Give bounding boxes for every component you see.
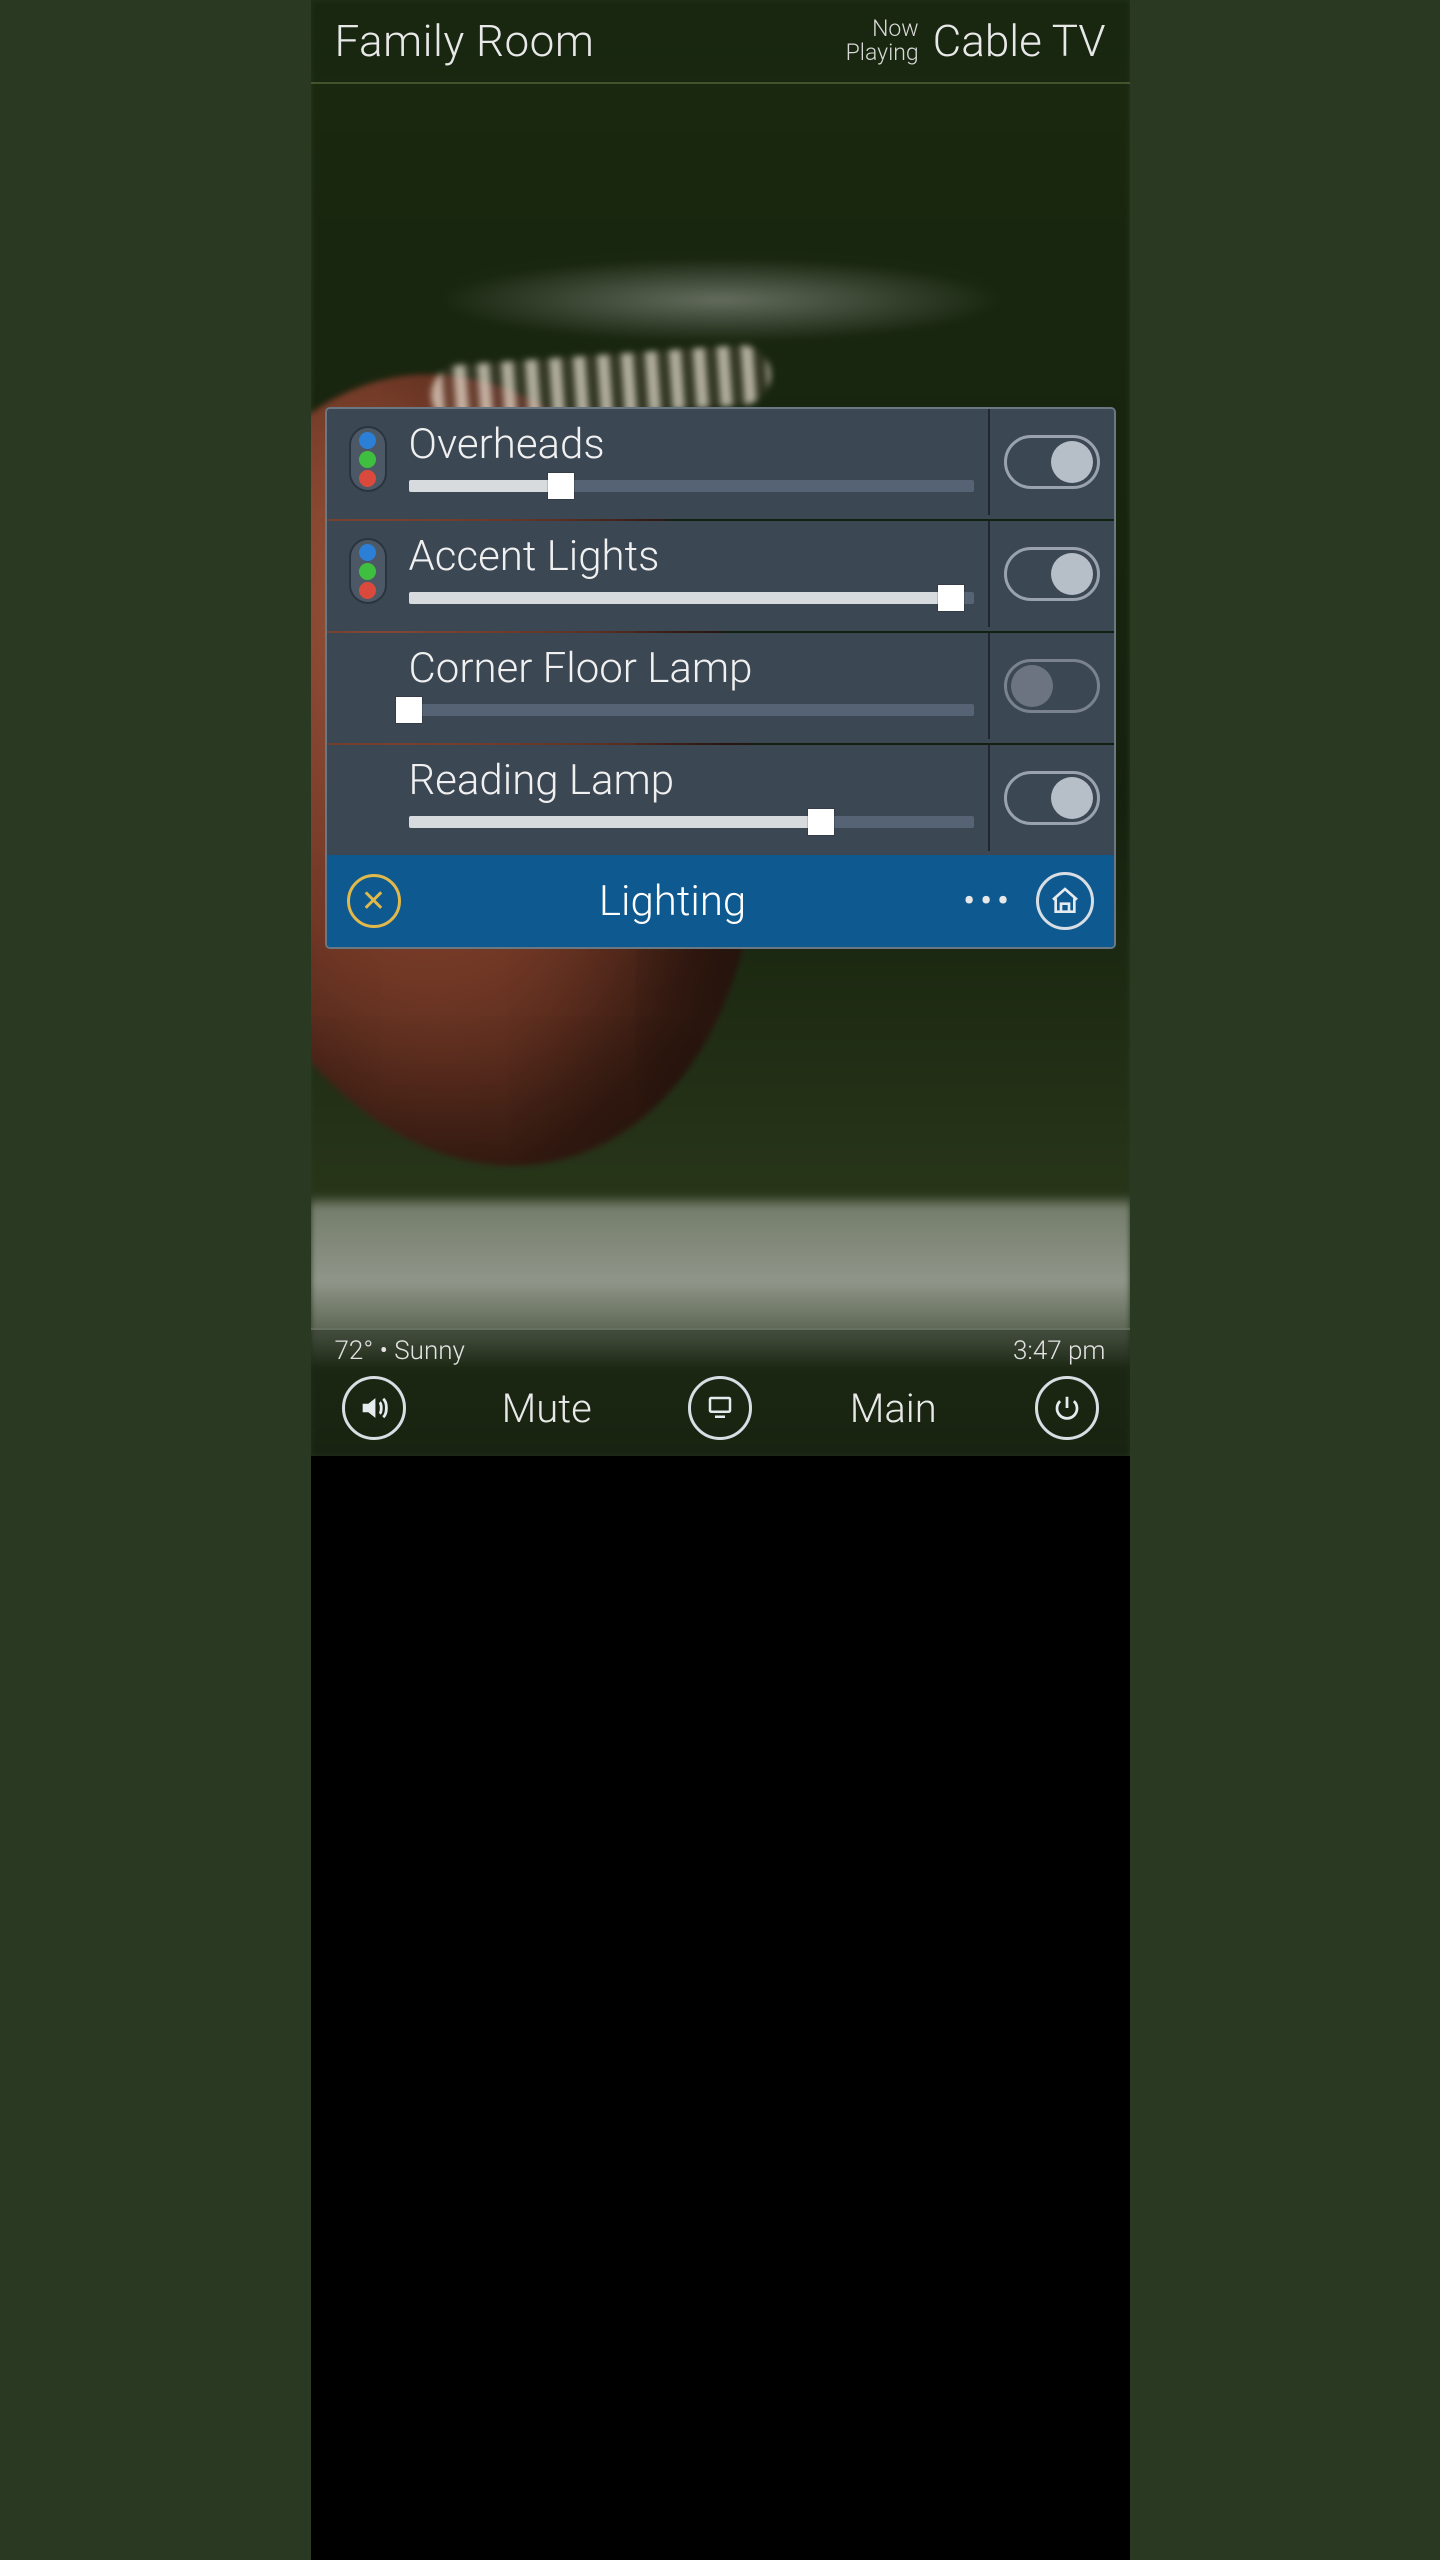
weather-status[interactable]: 72° • Sunny [335, 1336, 465, 1366]
panel-footer: ✕ Lighting ••• [327, 855, 1114, 947]
footer-bar: 72° • Sunny 3:47 pm Mute [311, 1328, 1130, 1456]
power-icon [1052, 1393, 1082, 1423]
light-row: Overheads [327, 409, 1114, 519]
rgb-color-icon[interactable] [349, 538, 387, 604]
main-button[interactable]: Main [775, 1385, 1012, 1432]
close-icon: ✕ [361, 884, 386, 919]
light-name: Accent Lights [409, 535, 974, 579]
now-playing-button[interactable]: Now Playing Cable TV [846, 15, 1106, 67]
power-button[interactable] [1012, 1376, 1122, 1440]
brightness-slider[interactable] [409, 589, 974, 607]
light-name: Overheads [409, 423, 974, 467]
light-row-main: Corner Floor Lamp [327, 633, 990, 739]
light-switch-cell [990, 633, 1114, 739]
offscreen-filler [311, 1456, 1130, 2560]
light-row-main: Accent Lights [327, 521, 990, 627]
rgb-color-icon[interactable] [349, 426, 387, 492]
light-toggle[interactable] [1004, 547, 1100, 601]
light-switch-cell [990, 521, 1114, 627]
home-icon [1049, 885, 1081, 917]
light-row: Reading Lamp [327, 745, 1114, 855]
light-name: Corner Floor Lamp [409, 647, 974, 691]
now-playing-source: Cable TV [933, 15, 1106, 67]
clock: 3:47 pm [1013, 1336, 1106, 1366]
brightness-slider[interactable] [409, 477, 974, 495]
close-button[interactable]: ✕ [347, 874, 401, 928]
speaker-icon [357, 1391, 391, 1425]
light-row-main: Overheads [327, 409, 990, 515]
lighting-panel: Overheads Accent Lights Corner Floor Lamp R… [325, 407, 1116, 949]
light-toggle[interactable] [1004, 659, 1100, 713]
media-menu-button[interactable] [665, 1376, 775, 1440]
light-toggle[interactable] [1004, 435, 1100, 489]
light-switch-cell [990, 745, 1114, 851]
light-switch-cell [990, 409, 1114, 515]
home-button[interactable] [1036, 872, 1094, 930]
volume-button[interactable] [319, 1376, 429, 1440]
mute-button[interactable]: Mute [429, 1385, 666, 1432]
brightness-slider[interactable] [409, 701, 974, 719]
room-name[interactable]: Family Room [335, 15, 595, 67]
light-row-main: Reading Lamp [327, 745, 990, 851]
header-bar: Family Room Now Playing Cable TV [311, 0, 1130, 84]
screen-icon [705, 1393, 735, 1423]
more-icon: ••• [963, 877, 1014, 924]
panel-title: Lighting [405, 877, 941, 926]
now-playing-caption: Now Playing [846, 17, 919, 65]
light-row: Corner Floor Lamp [327, 633, 1114, 743]
more-button[interactable]: ••• [953, 881, 1024, 921]
brightness-slider[interactable] [409, 813, 974, 831]
light-row: Accent Lights [327, 521, 1114, 631]
light-name: Reading Lamp [409, 759, 974, 803]
light-toggle[interactable] [1004, 771, 1100, 825]
